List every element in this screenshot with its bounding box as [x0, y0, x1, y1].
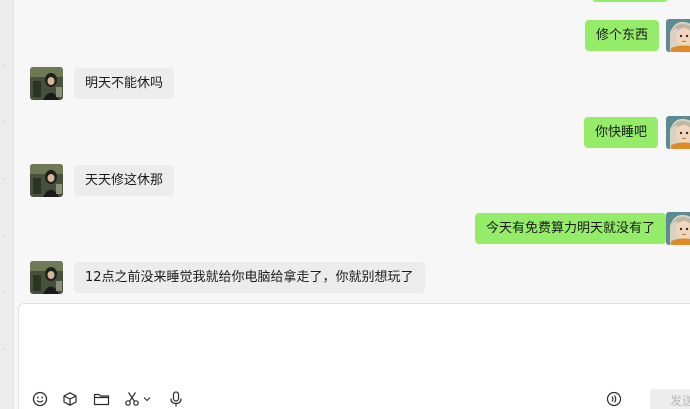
contact-avatar[interactable]: [30, 67, 63, 100]
message-bubble-outgoing[interactable]: 你快睡吧: [584, 117, 659, 148]
chat-message-area[interactable]: 修个东西 明天不能休吗 你快睡吧 天天修这休那 今天有免费算力明天就没有了 12…: [14, 0, 690, 302]
sidebar-glyph: ·: [3, 118, 6, 127]
message-bubble-incoming[interactable]: 明天不能休吗: [74, 68, 175, 99]
microphone-icon[interactable]: [165, 388, 187, 409]
my-avatar[interactable]: [666, 116, 690, 149]
anime-character-avatar-icon: [666, 212, 690, 245]
send-button[interactable]: 发送: [650, 389, 690, 409]
contact-photo-icon: [30, 261, 63, 294]
chevron-down-icon[interactable]: [140, 388, 154, 409]
sidebar-glyph: ·: [3, 232, 6, 241]
previous-message-bubble: [592, 0, 668, 2]
message-bubble-incoming[interactable]: 12点之前没来睡觉我就给你电脑给拿走了，你就别想玩了: [74, 262, 425, 293]
sidebar-glyph: ·: [3, 62, 6, 71]
message-bubble-incoming[interactable]: 天天修这休那: [74, 165, 175, 196]
contact-photo-icon: [30, 164, 63, 197]
emoji-icon[interactable]: [29, 388, 51, 409]
my-avatar[interactable]: [666, 19, 690, 52]
message-bubble-outgoing[interactable]: 修个东西: [585, 20, 660, 51]
my-avatar[interactable]: [666, 212, 690, 245]
sidebar-glyph: ·: [3, 345, 6, 354]
anime-character-avatar-icon: [666, 19, 690, 52]
contact-avatar[interactable]: [30, 164, 63, 197]
sidebar-glyph: ·: [3, 175, 6, 184]
contact-avatar[interactable]: [30, 261, 63, 294]
voice-call-icon[interactable]: [603, 388, 625, 409]
sidebar-glyph: ·: [3, 288, 6, 297]
message-input-area[interactable]: 发送: [18, 303, 690, 409]
anime-character-avatar-icon: [666, 116, 690, 149]
contact-photo-icon: [30, 67, 63, 100]
cube-icon[interactable]: [59, 388, 81, 409]
folder-icon[interactable]: [90, 388, 112, 409]
message-bubble-outgoing[interactable]: 今天有免费算力明天就没有了: [475, 213, 667, 244]
left-sidebar-strip: · · · · · ·: [0, 0, 14, 409]
